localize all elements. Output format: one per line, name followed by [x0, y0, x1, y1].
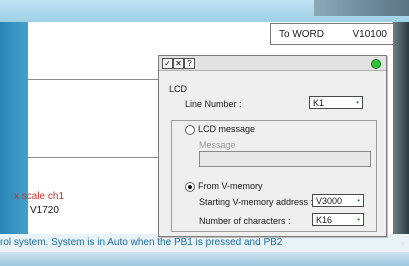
- scroll-down-arrow-icon[interactable]: ▼: [399, 240, 407, 249]
- line-number-label: Line Number :: [185, 99, 242, 109]
- to-word-address: V10100: [352, 29, 387, 40]
- message-label: Message: [199, 140, 236, 150]
- radio-lcd-message[interactable]: [185, 125, 195, 135]
- close-icon[interactable]: ✕: [173, 58, 184, 69]
- right-edge-scrollbar[interactable]: [393, 22, 409, 252]
- help-icon[interactable]: ?: [184, 58, 195, 69]
- scale-label: x scale ch1: [14, 191, 65, 202]
- rung-divider: [28, 157, 160, 158]
- radio-from-vmemory[interactable]: [185, 182, 195, 192]
- vmemory-label: V1720: [30, 205, 59, 216]
- rung-divider: [28, 79, 160, 80]
- screen: To WORD V10100 x scale ch1 V1720 rol sys…: [0, 0, 409, 266]
- group-title: LCD: [169, 84, 188, 94]
- top-right-chrome: [314, 0, 409, 16]
- message-input[interactable]: [199, 151, 371, 167]
- dialog-titlebar: ✓ ✕ ?: [159, 56, 386, 71]
- starting-address-field[interactable]: V3000 •: [312, 194, 364, 207]
- to-word-box[interactable]: To WORD V10100: [270, 23, 394, 45]
- lcd-dialog: ✓ ✕ ? LCD Line Number : K1 • LCD message…: [158, 55, 387, 237]
- radio-from-vmemory-label: From V-memory: [198, 181, 263, 191]
- num-chars-field[interactable]: K16 •: [312, 213, 364, 226]
- num-chars-label: Number of characters :: [199, 216, 291, 226]
- to-word-label: To WORD: [279, 29, 324, 40]
- left-band: [0, 22, 28, 266]
- check-icon[interactable]: ✓: [162, 58, 173, 69]
- valid-mark-icon: •: [356, 98, 359, 107]
- bottom-strip: [0, 252, 409, 266]
- starting-address-label: Starting V-memory address :: [199, 197, 314, 207]
- line-number-field[interactable]: K1 •: [309, 96, 363, 109]
- starting-address-value: V3000: [316, 196, 343, 206]
- rung-comment-text: rol system. System is in Auto when the P…: [0, 237, 283, 248]
- status-indicator-icon: [371, 59, 381, 69]
- line-number-value: K1: [313, 98, 325, 108]
- valid-mark-icon: •: [357, 196, 360, 205]
- valid-mark-icon: •: [357, 215, 360, 224]
- radio-lcd-message-label: LCD message: [198, 124, 256, 134]
- num-chars-value: K16: [316, 215, 333, 225]
